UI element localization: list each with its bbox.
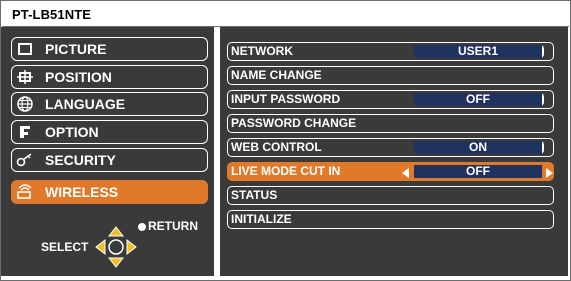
menu-item-picture[interactable]: PICTURE xyxy=(11,37,208,61)
return-dot-icon xyxy=(138,223,146,231)
model-name: PT-LB51NTE xyxy=(12,7,92,22)
row-network[interactable]: NETWORK USER1 xyxy=(227,42,554,61)
row-label: WEB CONTROL xyxy=(231,140,322,154)
row-label: PASSWORD CHANGE xyxy=(231,116,357,130)
right-arrow-icon[interactable] xyxy=(546,168,553,178)
row-live-mode-cut-in[interactable]: LIVE MODE CUT IN OFF xyxy=(227,162,554,181)
row-password-change[interactable]: PASSWORD CHANGE xyxy=(227,114,554,133)
menu-item-label: POSITION xyxy=(45,69,112,85)
value-field: ON xyxy=(414,141,544,154)
row-label: INITIALIZE xyxy=(231,212,292,226)
title-bar: PT-LB51NTE xyxy=(2,2,569,27)
live-mode-cut-in-value: OFF xyxy=(414,165,542,178)
menu-item-label: OPTION xyxy=(45,124,99,140)
language-globe-icon xyxy=(15,96,35,112)
menu-item-security[interactable]: SECURITY xyxy=(11,148,208,172)
menu-item-position[interactable]: POSITION xyxy=(11,65,208,89)
row-name-change[interactable]: NAME CHANGE xyxy=(227,66,554,85)
input-password-value: OFF xyxy=(414,93,542,106)
wireless-icon xyxy=(15,184,35,200)
position-icon xyxy=(15,69,35,85)
row-label: STATUS xyxy=(231,188,278,202)
security-key-icon xyxy=(15,152,35,168)
menu-item-wireless[interactable]: WIRELESS xyxy=(11,180,208,204)
row-input-password[interactable]: INPUT PASSWORD OFF xyxy=(227,90,554,109)
network-value: USER1 xyxy=(414,45,542,58)
menu-item-label: PICTURE xyxy=(45,41,107,57)
menu-item-language[interactable]: LANGUAGE xyxy=(11,92,208,116)
value-field: OFF xyxy=(414,93,544,106)
row-web-control[interactable]: WEB CONTROL ON xyxy=(227,138,554,157)
menu-item-label: LANGUAGE xyxy=(45,96,126,112)
row-label: NETWORK xyxy=(231,44,293,58)
row-initialize[interactable]: INITIALIZE xyxy=(227,210,554,229)
return-hint: RETURN xyxy=(148,219,198,233)
picture-icon xyxy=(15,41,35,57)
web-control-value: ON xyxy=(414,141,542,154)
menu-item-option[interactable]: OPTION xyxy=(11,120,208,144)
menu-item-label: WIRELESS xyxy=(45,184,119,200)
row-label: NAME CHANGE xyxy=(231,68,322,82)
row-label: LIVE MODE CUT IN xyxy=(231,164,341,178)
value-field: OFF xyxy=(402,165,553,178)
dpad-icon xyxy=(95,226,137,268)
option-icon xyxy=(15,124,35,140)
menu-item-label: SECURITY xyxy=(45,152,116,168)
row-label: INPUT PASSWORD xyxy=(231,92,341,106)
value-field: USER1 xyxy=(414,45,544,58)
row-status[interactable]: STATUS xyxy=(227,186,554,205)
left-arrow-icon[interactable] xyxy=(402,168,409,178)
select-hint: SELECT xyxy=(41,240,89,254)
